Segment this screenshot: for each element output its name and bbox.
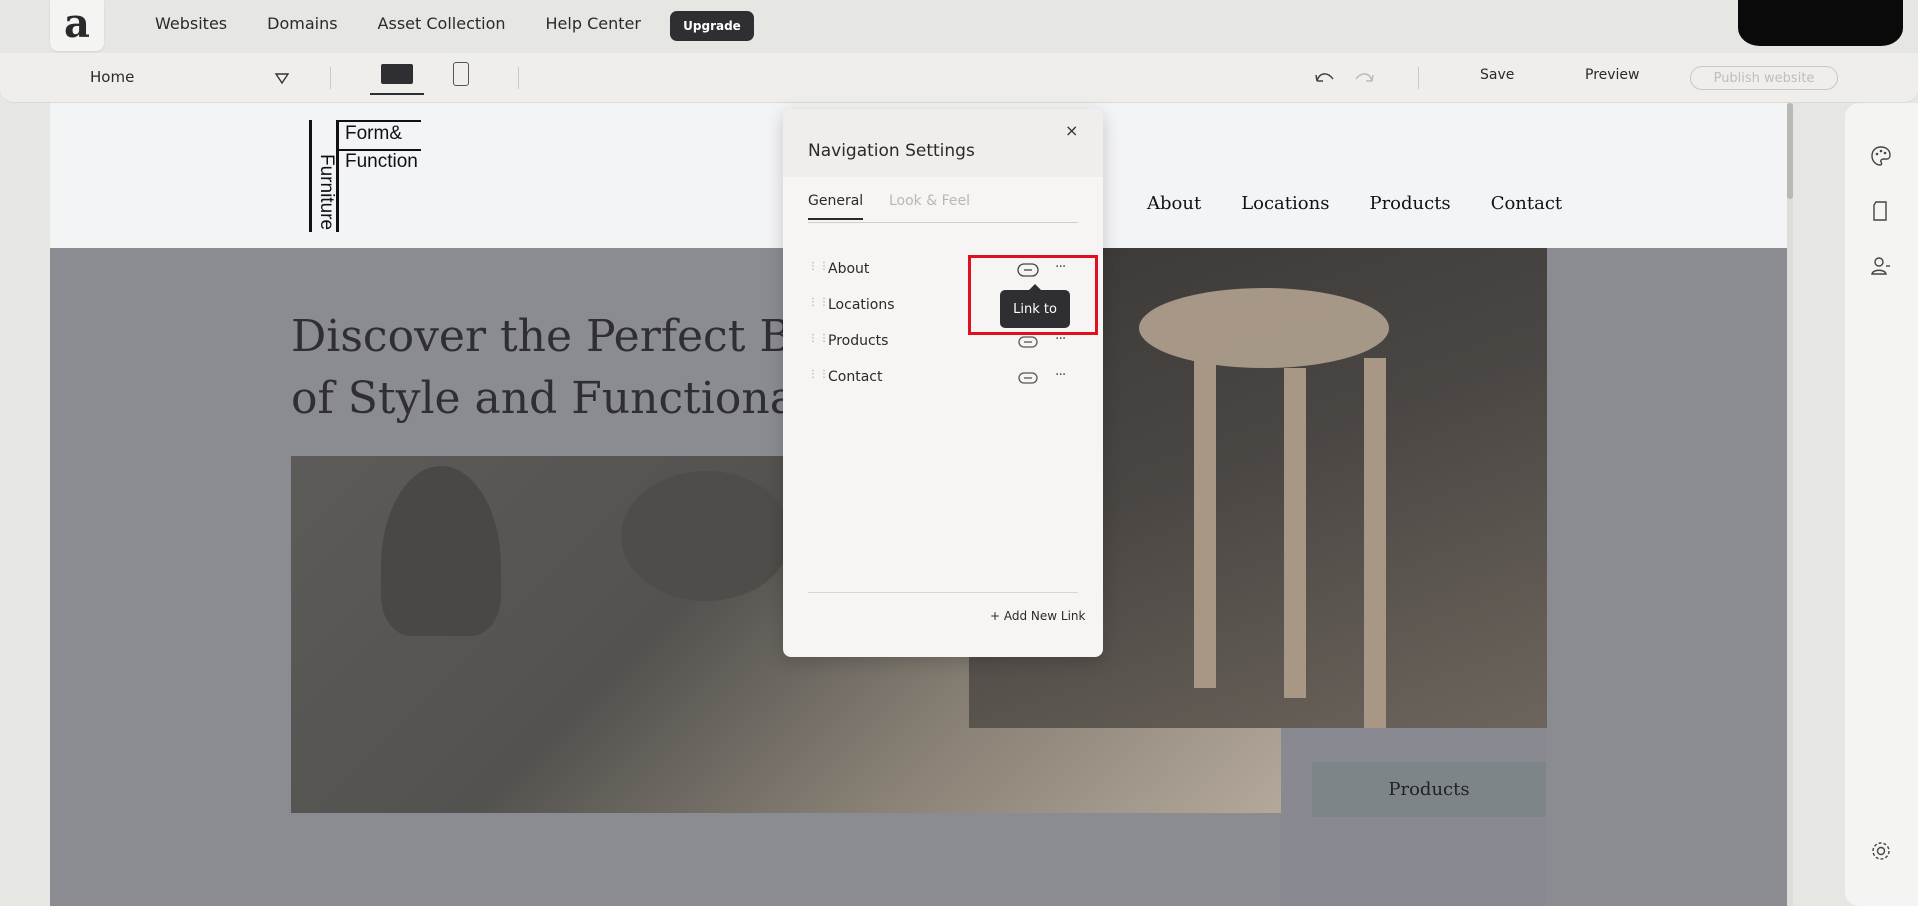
publish-website-button[interactable]: Publish website bbox=[1690, 66, 1838, 90]
panel-header: Navigation Settings × bbox=[783, 109, 1103, 177]
desktop-view-button[interactable] bbox=[370, 61, 424, 95]
drag-handle-icon[interactable]: ⋮⋮ bbox=[808, 370, 829, 386]
nav-websites[interactable]: Websites bbox=[155, 14, 227, 33]
site-logo[interactable]: Form& Function Furniture bbox=[309, 120, 421, 232]
app-logo[interactable]: a bbox=[50, 0, 104, 51]
save-button[interactable]: Save bbox=[1480, 67, 1514, 83]
add-new-link-button[interactable]: + Add New Link bbox=[990, 609, 1085, 623]
more-options-icon[interactable]: ··· bbox=[1055, 367, 1066, 383]
site-nav-about[interactable]: About bbox=[1147, 193, 1201, 214]
upgrade-button[interactable]: Upgrade bbox=[670, 11, 754, 41]
gear-icon[interactable] bbox=[1869, 839, 1893, 863]
nav-link-label: Products bbox=[828, 333, 889, 349]
nav-link-label: About bbox=[828, 261, 870, 277]
mobile-view-icon[interactable] bbox=[453, 62, 469, 86]
logo-text-furniture: Furniture bbox=[316, 154, 337, 231]
nav-link-item[interactable]: ⋮⋮ Contact ··· bbox=[803, 367, 1083, 391]
redo-icon[interactable] bbox=[1350, 67, 1376, 89]
desktop-icon bbox=[381, 64, 413, 84]
nav-link-label: Locations bbox=[828, 297, 895, 313]
nav-asset-collection[interactable]: Asset Collection bbox=[378, 14, 506, 33]
close-icon[interactable]: × bbox=[1065, 121, 1078, 140]
nav-domains[interactable]: Domains bbox=[267, 14, 337, 33]
site-nav-locations[interactable]: Locations bbox=[1241, 193, 1329, 214]
chevron-down-icon[interactable] bbox=[274, 70, 290, 86]
page-select[interactable]: Home bbox=[90, 68, 134, 86]
logo-text-form: Form& bbox=[345, 123, 402, 144]
panel-tabs: General Look & Feel bbox=[808, 193, 1078, 223]
link-icon[interactable] bbox=[1017, 370, 1039, 386]
link-icon[interactable] bbox=[1017, 334, 1039, 350]
logo-text-function: Function bbox=[345, 151, 418, 172]
site-nav: About Locations Products Contact bbox=[1147, 193, 1562, 214]
tab-general[interactable]: General bbox=[808, 193, 864, 220]
drag-handle-icon[interactable]: ⋮⋮ bbox=[808, 262, 829, 278]
products-button[interactable]: Products bbox=[1312, 762, 1546, 817]
divider bbox=[1418, 67, 1419, 89]
hero-title[interactable]: Discover the Perfect Bl of Style and Fun… bbox=[291, 306, 811, 430]
site-nav-contact[interactable]: Contact bbox=[1491, 193, 1562, 214]
top-nav: Websites Domains Asset Collection Help C… bbox=[155, 14, 641, 33]
preview-button[interactable]: Preview bbox=[1585, 67, 1640, 83]
users-icon[interactable] bbox=[1869, 254, 1893, 278]
nav-help-center[interactable]: Help Center bbox=[546, 14, 641, 33]
tab-look-and-feel[interactable]: Look & Feel bbox=[889, 193, 970, 209]
account-avatar[interactable] bbox=[1738, 0, 1903, 46]
panel-title: Navigation Settings bbox=[808, 141, 975, 161]
divider bbox=[330, 67, 331, 89]
navigation-settings-panel: Navigation Settings × General Look & Fee… bbox=[783, 109, 1103, 657]
undo-icon[interactable] bbox=[1313, 67, 1339, 89]
canvas-scrollbar[interactable] bbox=[1787, 103, 1793, 906]
editor-toolbar: Home Save Preview Publish website bbox=[0, 53, 1918, 103]
top-bar: a Websites Domains Asset Collection Help… bbox=[0, 0, 1918, 52]
divider bbox=[808, 592, 1078, 593]
drag-handle-icon[interactable]: ⋮⋮ bbox=[808, 298, 829, 314]
page-icon[interactable] bbox=[1869, 199, 1893, 223]
divider bbox=[518, 67, 519, 89]
right-sidebar bbox=[1845, 103, 1918, 906]
palette-icon[interactable] bbox=[1869, 144, 1893, 168]
link-to-tooltip: Link to bbox=[1000, 284, 1070, 328]
drag-handle-icon[interactable]: ⋮⋮ bbox=[808, 334, 829, 350]
products-card bbox=[1281, 728, 1546, 906]
nav-link-label: Contact bbox=[828, 369, 883, 385]
site-nav-products[interactable]: Products bbox=[1369, 193, 1450, 214]
